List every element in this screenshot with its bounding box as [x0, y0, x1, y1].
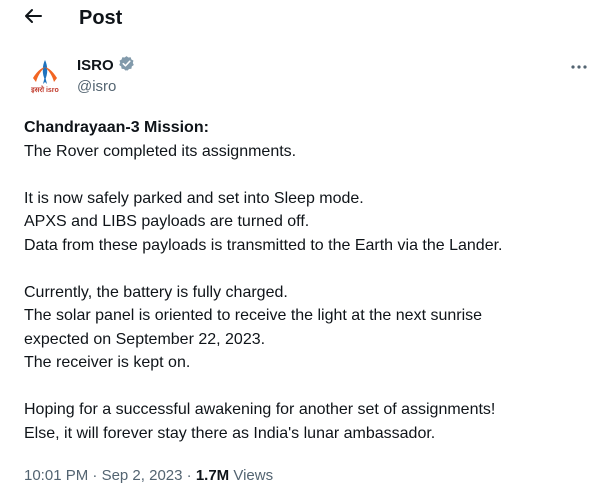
- author-name[interactable]: ISRO: [77, 57, 114, 75]
- post-title: Chandrayaan-3 Mission:: [24, 119, 209, 136]
- post-line: It is now safely parked and set into Sle…: [24, 189, 364, 207]
- post-line: The receiver is kept on.: [24, 354, 191, 371]
- more-horizontal-icon: [570, 57, 588, 75]
- meta-separator: ·: [92, 467, 98, 484]
- post-meta: 10:01 PM · Sep 2, 2023 · 1.7M Views: [24, 466, 273, 486]
- post-line: Currently, the battery is fully charged.: [24, 283, 288, 301]
- post-body: Chandrayaan-3 Mission: The Rover complet…: [24, 116, 584, 445]
- name-row: ISRO: [77, 55, 135, 77]
- post-date: Sep 2, 2023: [101, 467, 183, 484]
- page-title: Post: [79, 7, 123, 29]
- back-button[interactable]: [22, 7, 44, 29]
- post-line: Else, it will forever stay there as Indi…: [24, 424, 436, 442]
- post-line: Data from these payloads is transmitted …: [24, 236, 503, 254]
- post-line: The Rover completed its assignments.: [24, 142, 297, 160]
- avatar-text: इसरो isro: [31, 87, 59, 94]
- post-time: 10:01 PM: [24, 467, 89, 484]
- post-timestamp[interactable]: 10:01 PM · Sep 2, 2023: [24, 467, 182, 484]
- post-line: Hoping for a successful awakening for an…: [24, 401, 496, 418]
- more-button[interactable]: [569, 58, 589, 74]
- views-count: 1.7M: [195, 467, 230, 484]
- arrow-left-icon: [23, 6, 43, 31]
- post-line: The solar panel is oriented to receive t…: [24, 307, 483, 348]
- isro-logo-icon: [30, 58, 60, 86]
- verified-badge-icon: [118, 55, 135, 77]
- post-header: Post: [0, 0, 600, 38]
- views-label: Views: [233, 467, 274, 484]
- meta-separator: ·: [186, 467, 192, 484]
- post-line: APXS and LIBS payloads are turned off.: [24, 213, 310, 230]
- author-block: ISRO @isro: [77, 55, 135, 96]
- avatar[interactable]: इसरो isro: [24, 58, 66, 100]
- author-handle[interactable]: @isro: [77, 78, 135, 96]
